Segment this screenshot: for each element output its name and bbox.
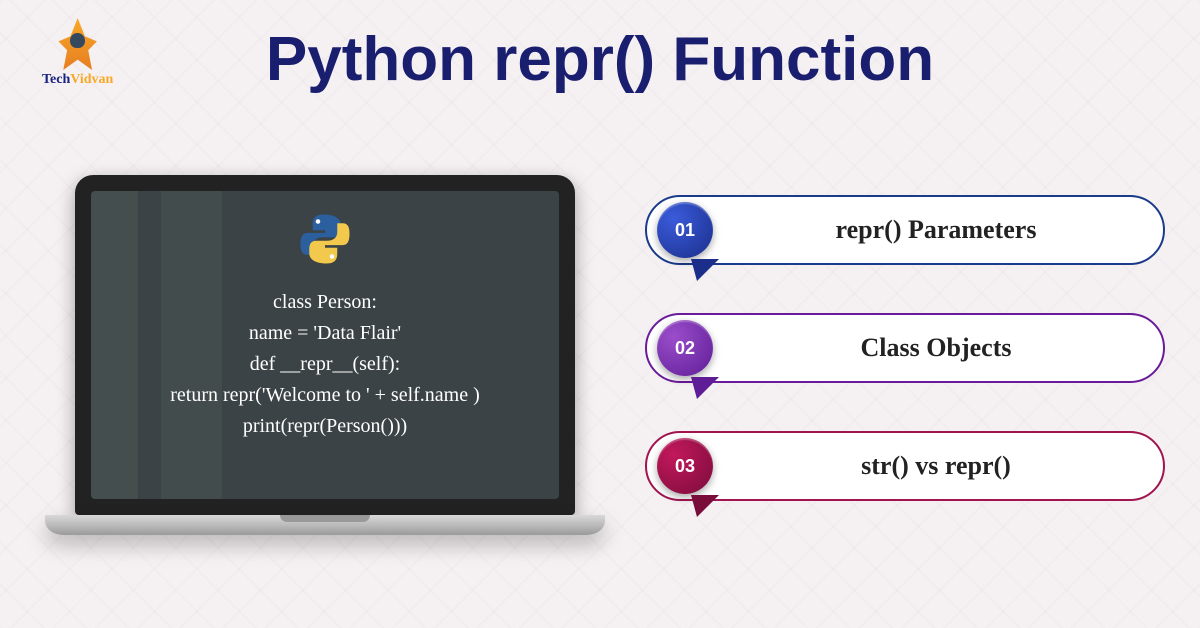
topic-number: 02 bbox=[675, 338, 695, 359]
code-line: class Person: bbox=[170, 287, 480, 318]
brand-flame-icon bbox=[54, 18, 102, 70]
brand-text-part2: Vidvan bbox=[70, 72, 113, 87]
topic-item-class-objects: 02 Class Objects bbox=[645, 313, 1165, 383]
code-line: return repr('Welcome to ' + self.name ) bbox=[170, 380, 480, 411]
topic-number: 03 bbox=[675, 456, 695, 477]
badge-tail-icon bbox=[691, 259, 719, 281]
topic-item-str-vs-repr: 03 str() vs repr() bbox=[645, 431, 1165, 501]
topic-badge: 01 bbox=[657, 202, 713, 258]
topic-label: Class Objects bbox=[739, 333, 1163, 363]
topic-list: 01 repr() Parameters 02 Class Objects 03… bbox=[645, 195, 1165, 501]
badge-tail-icon bbox=[691, 377, 719, 399]
topic-item-parameters: 01 repr() Parameters bbox=[645, 195, 1165, 265]
page-title: Python repr() Function bbox=[266, 24, 934, 95]
brand-text: TechVidvan bbox=[42, 72, 113, 88]
python-icon bbox=[297, 211, 353, 267]
topic-label: str() vs repr() bbox=[739, 451, 1163, 481]
topic-badge: 02 bbox=[657, 320, 713, 376]
code-block: class Person: name = 'Data Flair' def __… bbox=[170, 287, 480, 442]
topic-number: 01 bbox=[675, 220, 695, 241]
laptop-screen: class Person: name = 'Data Flair' def __… bbox=[91, 191, 559, 499]
topic-badge: 03 bbox=[657, 438, 713, 494]
topic-label: repr() Parameters bbox=[739, 215, 1163, 245]
code-line: name = 'Data Flair' bbox=[170, 318, 480, 349]
code-line: def __repr__(self): bbox=[170, 349, 480, 380]
laptop-base bbox=[45, 515, 605, 535]
badge-tail-icon bbox=[691, 495, 719, 517]
brand-text-part1: Tech bbox=[42, 72, 70, 87]
laptop-illustration: class Person: name = 'Data Flair' def __… bbox=[60, 175, 590, 535]
brand-logo: TechVidvan bbox=[42, 18, 113, 88]
laptop-bezel: class Person: name = 'Data Flair' def __… bbox=[75, 175, 575, 515]
code-line: print(repr(Person())) bbox=[170, 411, 480, 442]
